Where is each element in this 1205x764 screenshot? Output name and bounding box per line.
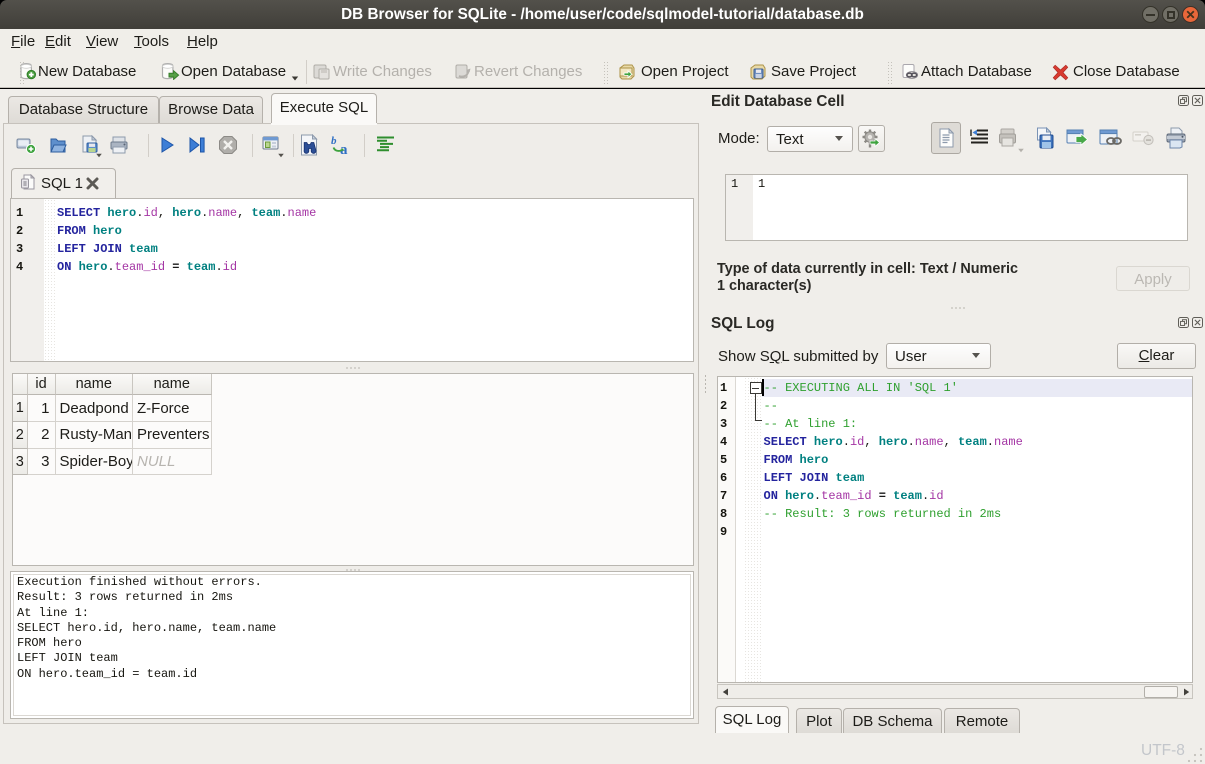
svg-text:b: b — [331, 135, 337, 147]
svg-text:a: a — [340, 142, 348, 156]
